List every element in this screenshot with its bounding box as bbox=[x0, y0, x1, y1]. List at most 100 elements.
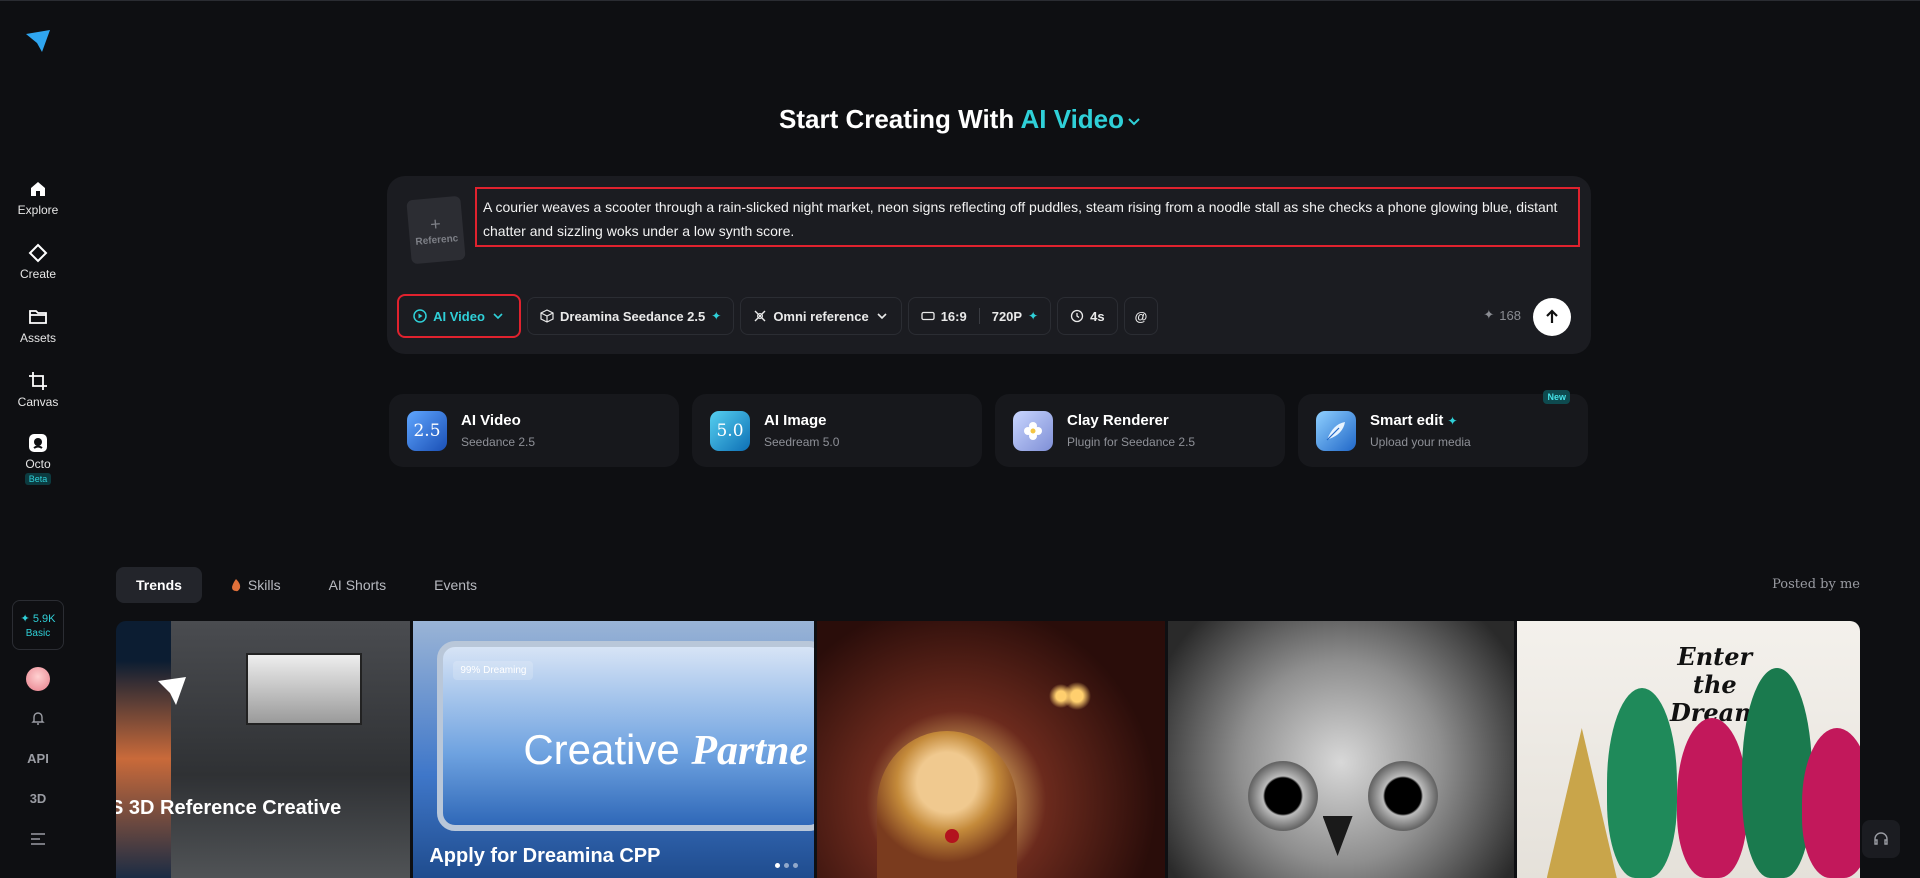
mode-select-button[interactable]: AI Video bbox=[397, 294, 521, 338]
feature-title: Smart edit ✦ bbox=[1370, 412, 1471, 429]
chevron-down-icon bbox=[1128, 118, 1140, 126]
duration-label: 4s bbox=[1090, 308, 1105, 324]
green-tree bbox=[1606, 688, 1677, 878]
video-mode-icon bbox=[413, 309, 427, 323]
sidebar-item-create[interactable]: Create bbox=[20, 232, 56, 292]
folder-icon bbox=[29, 310, 47, 324]
chevron-down-icon bbox=[877, 313, 887, 320]
mode-label: AI Video bbox=[1020, 104, 1125, 134]
reference-select-button[interactable]: Omni reference bbox=[740, 297, 902, 335]
dreamina-logo-icon[interactable] bbox=[24, 28, 52, 56]
reference-type-label: Omni reference bbox=[773, 308, 869, 324]
owl-left-eye bbox=[1247, 761, 1318, 831]
tab-trends[interactable]: Trends bbox=[116, 567, 202, 603]
feature-card-ai-image[interactable]: 5.0 AI Image Seedream 5.0 bbox=[692, 394, 982, 467]
feature-title: AI Image bbox=[764, 412, 827, 429]
gallery-card-enter-the-dream[interactable]: Enter the Dream bbox=[1516, 621, 1860, 878]
mode-select-label: AI Video bbox=[433, 308, 485, 324]
prompt-input[interactable]: A courier weaves a scooter through a rai… bbox=[475, 187, 1580, 247]
gallery-card-portrait[interactable] bbox=[817, 621, 1165, 878]
feature-card-clay-renderer[interactable]: Clay Renderer Plugin for Seedance 2.5 bbox=[995, 394, 1285, 467]
carousel-dots[interactable] bbox=[775, 863, 799, 868]
api-link[interactable]: API bbox=[0, 751, 76, 766]
sidebar-item-canvas[interactable]: Canvas bbox=[18, 360, 58, 420]
prompt-card: + Referenc A courier weaves a scooter th… bbox=[387, 176, 1591, 354]
green-tree bbox=[1741, 668, 1812, 878]
tab-events[interactable]: Events bbox=[414, 567, 497, 603]
crop-icon bbox=[29, 372, 47, 390]
sidebar-item-explore[interactable]: Explore bbox=[18, 168, 58, 228]
feature-title: AI Video bbox=[461, 412, 521, 429]
gallery-caption: Apply for Dreamina CPP bbox=[429, 845, 661, 867]
feature-card-ai-video[interactable]: 2.5 AI Video Seedance 2.5 bbox=[389, 394, 679, 467]
gallery-caption: S 3D Reference Creative bbox=[116, 797, 342, 819]
candles-image bbox=[1037, 651, 1118, 741]
sidebar-nav: Explore Create Assets Canvas Octo Beta bbox=[0, 168, 76, 494]
sidebar-item-assets[interactable]: Assets bbox=[20, 296, 56, 356]
mention-button[interactable]: @ bbox=[1123, 297, 1159, 335]
dreaming-pill: 99% Dreaming bbox=[453, 661, 534, 680]
flame-icon bbox=[231, 579, 241, 592]
screen-image bbox=[246, 653, 362, 725]
sidebar-item-octo[interactable]: Octo Beta bbox=[24, 424, 52, 494]
cube-icon bbox=[540, 309, 554, 323]
generation-toolbar: AI Video Dreamina Seedance 2.5 ✦ Omni re… bbox=[397, 294, 1159, 338]
gallery-tabs: Trends Skills AI Shorts Events bbox=[116, 567, 497, 603]
generate-button[interactable] bbox=[1533, 298, 1571, 336]
credit-cost: ✦ 168 bbox=[1483, 307, 1521, 323]
credit-cost-value: 168 bbox=[1499, 307, 1521, 323]
resolution-label: 720P bbox=[991, 308, 1023, 324]
feature-title-text: Smart edit bbox=[1370, 412, 1444, 429]
headset-icon bbox=[1874, 832, 1888, 845]
seedance-icon: 2.5 bbox=[407, 410, 447, 451]
sidebar-item-label: Assets bbox=[19, 331, 56, 345]
reference-upload[interactable]: + Referenc bbox=[406, 195, 466, 265]
gallery: S 3D Reference Creative 99% Dreaming Cre… bbox=[116, 621, 1860, 878]
top-border bbox=[0, 0, 1920, 1]
owl-beak bbox=[1322, 816, 1353, 856]
seedream-icon: 5.0 bbox=[710, 410, 750, 451]
headline-a: Creative bbox=[523, 726, 680, 773]
feature-subtitle: Seedream 5.0 bbox=[764, 435, 840, 449]
ratio-resolution-button[interactable]: 16:9 720P ✦ bbox=[907, 297, 1052, 335]
feature-card-smart-edit[interactable]: New Smart edit ✦ Upload your media bbox=[1298, 390, 1588, 467]
sparkle-icon: ✦ bbox=[1447, 414, 1458, 428]
gallery-card-3d-reference[interactable]: S 3D Reference Creative bbox=[116, 621, 411, 878]
flower-icon bbox=[1013, 410, 1053, 451]
beta-badge: Beta bbox=[24, 473, 52, 485]
tab-ai-shorts[interactable]: AI Shorts bbox=[309, 567, 407, 603]
reference-icon bbox=[754, 310, 766, 322]
octo-icon bbox=[28, 434, 47, 452]
tab-skills[interactable]: Skills bbox=[210, 567, 301, 603]
pink-tree bbox=[1676, 718, 1747, 878]
gallery-card-cpp[interactable]: 99% Dreaming Creative Partne Apply for D… bbox=[413, 621, 815, 878]
arrow-up-icon bbox=[1546, 309, 1558, 323]
sidebar-item-label: Octo bbox=[25, 457, 51, 471]
3d-link[interactable]: 3D bbox=[0, 791, 76, 806]
duration-button[interactable]: 4s bbox=[1057, 297, 1118, 335]
sparkle-icon: ✦ bbox=[1028, 309, 1039, 323]
tab-label: Skills bbox=[247, 577, 281, 593]
page-title: Start Creating With AI Video bbox=[0, 104, 1920, 135]
feature-cards: 2.5 AI Video Seedance 2.5 5.0 AI Image S… bbox=[389, 390, 1588, 467]
mode-dropdown[interactable]: AI Video bbox=[1020, 104, 1141, 134]
plan-tier: Basic bbox=[25, 627, 51, 639]
support-button[interactable] bbox=[1862, 820, 1900, 858]
model-select-button[interactable]: Dreamina Seedance 2.5 ✦ bbox=[527, 297, 735, 335]
ratio-label: 16:9 bbox=[940, 308, 967, 324]
menu-icon[interactable] bbox=[30, 832, 46, 846]
owl-right-eye bbox=[1367, 761, 1438, 831]
posted-by-filter[interactable]: Posted by me bbox=[1772, 577, 1860, 592]
credits-value: ✦ 5.9K bbox=[20, 612, 56, 625]
chevron-down-icon bbox=[493, 313, 503, 320]
creative-headline: Creative Partne bbox=[523, 726, 808, 775]
title-prefix: Start Creating With bbox=[778, 104, 1015, 134]
credits-box[interactable]: ✦ 5.9K Basic bbox=[12, 600, 64, 650]
feature-title: Clay Renderer bbox=[1067, 412, 1169, 429]
portrait-image bbox=[877, 731, 1018, 878]
avatar[interactable] bbox=[26, 667, 50, 691]
aspect-ratio-icon bbox=[921, 311, 935, 321]
gallery-card-owl[interactable] bbox=[1167, 621, 1514, 878]
plus-icon: + bbox=[429, 213, 442, 235]
bell-icon[interactable] bbox=[30, 710, 46, 726]
